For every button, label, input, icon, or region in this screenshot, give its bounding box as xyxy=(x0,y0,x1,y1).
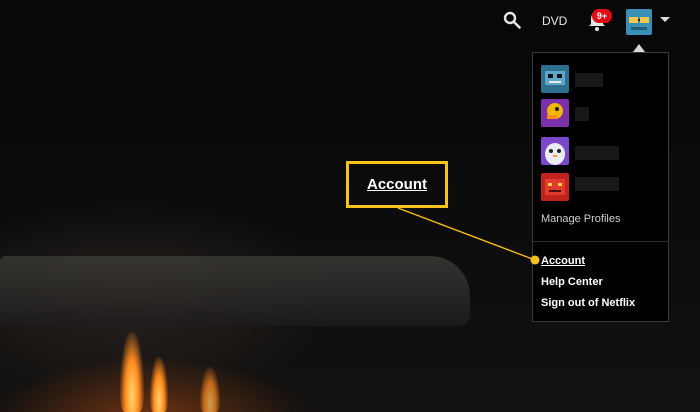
callout-dot xyxy=(530,255,540,265)
account-callout-box: Account xyxy=(346,161,448,208)
callout-label: Account xyxy=(367,176,427,193)
